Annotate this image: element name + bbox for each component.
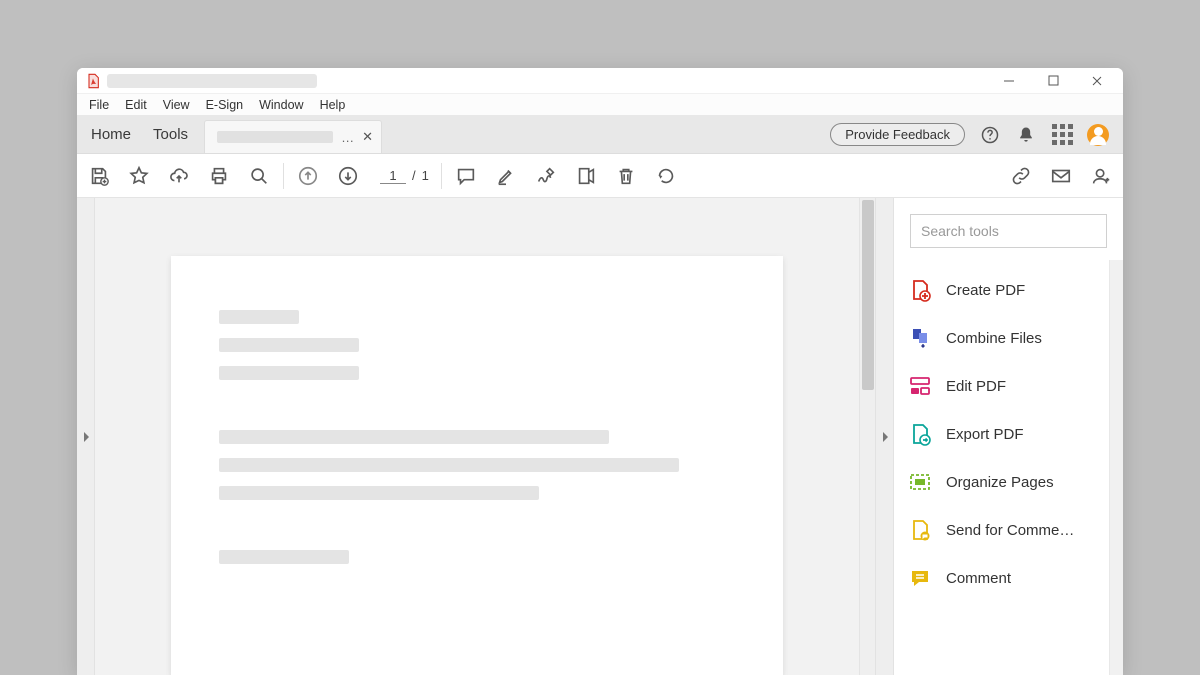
send-comments-icon — [908, 518, 932, 542]
scrollbar-thumb[interactable] — [862, 200, 874, 390]
page-up-icon[interactable] — [296, 164, 320, 188]
tab-ellipsis: … — [341, 130, 354, 145]
tool-label: Send for Comme… — [946, 522, 1074, 539]
right-panel-toggle[interactable] — [875, 198, 893, 675]
tool-organize-pages[interactable]: Organize Pages — [908, 458, 1123, 506]
email-icon[interactable] — [1049, 164, 1073, 188]
menubar: File Edit View E-Sign Window Help — [77, 94, 1123, 116]
export-pdf-icon — [908, 422, 932, 446]
notifications-icon[interactable] — [1015, 124, 1037, 146]
sign-icon[interactable] — [534, 164, 558, 188]
tabbar: Home Tools … ✕ Provide Feedback — [77, 116, 1123, 154]
edit-text-icon[interactable] — [574, 164, 598, 188]
cloud-upload-icon[interactable] — [167, 164, 191, 188]
menu-view[interactable]: View — [155, 96, 198, 114]
window-title — [107, 74, 317, 88]
titlebar — [77, 68, 1123, 94]
organize-pages-icon — [908, 470, 932, 494]
search-tools-input[interactable] — [910, 214, 1107, 248]
print-icon[interactable] — [207, 164, 231, 188]
document-scrollbar[interactable] — [859, 198, 875, 675]
page-down-icon[interactable] — [336, 164, 360, 188]
apps-grid-icon[interactable] — [1051, 124, 1073, 146]
comment-icon — [908, 566, 932, 590]
toolbar: 1 / 1 — [77, 154, 1123, 198]
tool-edit-pdf[interactable]: Edit PDF — [908, 362, 1123, 410]
page-sep: / — [412, 168, 416, 183]
menu-esign[interactable]: E-Sign — [198, 96, 252, 114]
tool-create-pdf[interactable]: Create PDF — [908, 266, 1123, 314]
menu-help[interactable]: Help — [312, 96, 354, 114]
document-tab-title — [217, 131, 333, 143]
page-indicator: 1 / 1 — [380, 168, 429, 184]
tool-comment[interactable]: Comment — [908, 554, 1123, 602]
edit-pdf-icon — [908, 374, 932, 398]
app-pdf-icon — [85, 73, 101, 89]
maximize-button[interactable] — [1031, 68, 1075, 94]
rotate-icon[interactable] — [654, 164, 678, 188]
document-viewport[interactable] — [95, 198, 875, 675]
tab-close-button[interactable]: ✕ — [362, 129, 373, 145]
provide-feedback-button[interactable]: Provide Feedback — [830, 123, 965, 146]
tool-label: Comment — [946, 570, 1011, 587]
tool-export-pdf[interactable]: Export PDF — [908, 410, 1123, 458]
tool-label: Export PDF — [946, 426, 1024, 443]
tools-panel: Create PDF Combine Files Edit PDF Export… — [893, 198, 1123, 675]
tool-label: Combine Files — [946, 330, 1042, 347]
left-panel-toggle[interactable] — [77, 198, 95, 675]
tool-label: Edit PDF — [946, 378, 1006, 395]
app-window: File Edit View E-Sign Window Help Home T… — [77, 68, 1123, 675]
document-tab[interactable]: … ✕ — [204, 120, 382, 153]
tools-panel-scrollbar[interactable] — [1109, 260, 1123, 675]
tool-label: Organize Pages — [946, 474, 1054, 491]
page-current-input[interactable]: 1 — [380, 168, 406, 184]
tool-send-for-comments[interactable]: Send for Comme… — [908, 506, 1123, 554]
delete-icon[interactable] — [614, 164, 638, 188]
star-icon[interactable] — [127, 164, 151, 188]
minimize-button[interactable] — [987, 68, 1031, 94]
menu-window[interactable]: Window — [251, 96, 311, 114]
comment-bubble-icon[interactable] — [454, 164, 478, 188]
document-page — [171, 256, 783, 675]
page-total: 1 — [422, 168, 429, 183]
tool-label: Create PDF — [946, 282, 1025, 299]
save-icon[interactable] — [87, 164, 111, 188]
share-people-icon[interactable] — [1089, 164, 1113, 188]
tool-combine-files[interactable]: Combine Files — [908, 314, 1123, 362]
highlight-icon[interactable] — [494, 164, 518, 188]
help-icon[interactable] — [979, 124, 1001, 146]
nav-tools[interactable]: Tools — [153, 126, 188, 143]
share-link-icon[interactable] — [1009, 164, 1033, 188]
create-pdf-icon — [908, 278, 932, 302]
zoom-icon[interactable] — [247, 164, 271, 188]
account-avatar[interactable] — [1087, 124, 1109, 146]
nav-home[interactable]: Home — [91, 126, 131, 143]
menu-file[interactable]: File — [81, 96, 117, 114]
close-button[interactable] — [1075, 68, 1119, 94]
menu-edit[interactable]: Edit — [117, 96, 155, 114]
combine-files-icon — [908, 326, 932, 350]
